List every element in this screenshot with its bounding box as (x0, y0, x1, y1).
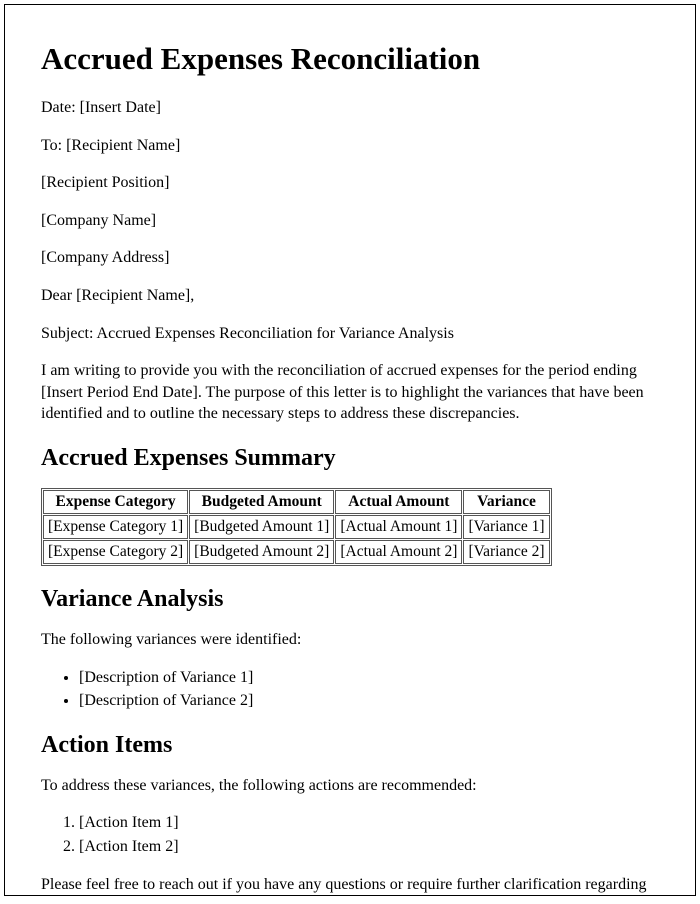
list-item: [Action Item 1] (79, 812, 659, 834)
intro-paragraph: I am writing to provide you with the rec… (41, 360, 659, 425)
date-line: Date: [Insert Date] (41, 97, 659, 119)
col-header-budgeted: Budgeted Amount (189, 490, 334, 514)
cell-budgeted: [Budgeted Amount 1] (189, 515, 334, 539)
cell-variance: [Variance 1] (463, 515, 549, 539)
recipient-position: [Recipient Position] (41, 172, 659, 194)
list-item: [Description of Variance 2] (79, 690, 659, 712)
to-line: To: [Recipient Name] (41, 135, 659, 157)
cell-budgeted: [Budgeted Amount 2] (189, 540, 334, 564)
action-intro: To address these variances, the followin… (41, 775, 659, 797)
variance-intro: The following variances were identified: (41, 629, 659, 651)
cell-variance: [Variance 2] (463, 540, 549, 564)
action-list: [Action Item 1] [Action Item 2] (79, 812, 659, 857)
subject-line: Subject: Accrued Expenses Reconciliation… (41, 323, 659, 345)
table-header-row: Expense Category Budgeted Amount Actual … (43, 490, 550, 514)
closing-paragraph: Please feel free to reach out if you hav… (41, 874, 659, 897)
action-heading: Action Items (41, 732, 659, 759)
table-row: [Expense Category 2] [Budgeted Amount 2]… (43, 540, 550, 564)
variance-list: [Description of Variance 1] [Description… (79, 667, 659, 712)
variance-heading: Variance Analysis (41, 586, 659, 613)
table-row: [Expense Category 1] [Budgeted Amount 1]… (43, 515, 550, 539)
page-title: Accrued Expenses Reconciliation (41, 41, 659, 77)
cell-actual: [Actual Amount 2] (335, 540, 462, 564)
company-name: [Company Name] (41, 210, 659, 232)
cell-category: [Expense Category 2] (43, 540, 188, 564)
list-item: [Action Item 2] (79, 836, 659, 858)
company-address: [Company Address] (41, 247, 659, 269)
salutation: Dear [Recipient Name], (41, 285, 659, 307)
list-item: [Description of Variance 1] (79, 667, 659, 689)
summary-heading: Accrued Expenses Summary (41, 445, 659, 472)
cell-actual: [Actual Amount 1] (335, 515, 462, 539)
cell-category: [Expense Category 1] (43, 515, 188, 539)
col-header-actual: Actual Amount (335, 490, 462, 514)
document-page: Accrued Expenses Reconciliation Date: [I… (4, 4, 696, 896)
expenses-table: Expense Category Budgeted Amount Actual … (41, 488, 552, 566)
col-header-category: Expense Category (43, 490, 188, 514)
col-header-variance: Variance (463, 490, 549, 514)
